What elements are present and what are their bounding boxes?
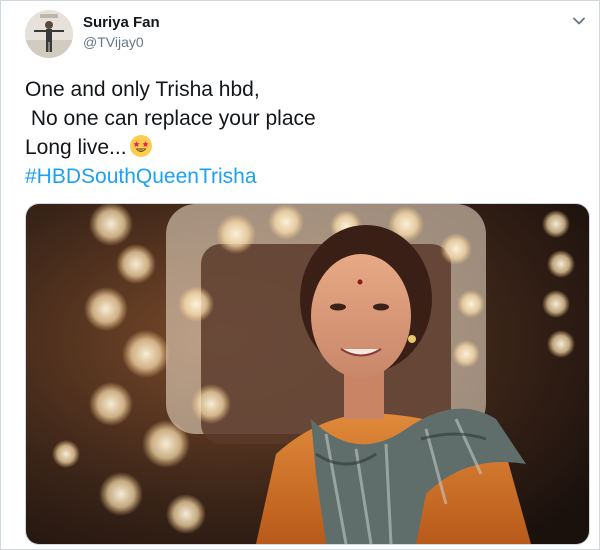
- tweet-card[interactable]: Suriya Fan @TVijay0 One and only Trisha …: [0, 0, 600, 550]
- avatar[interactable]: [25, 10, 73, 58]
- hashtag-link[interactable]: #HBDSouthQueenTrisha: [25, 162, 575, 191]
- star-struck-emoji-icon: [129, 134, 153, 158]
- tweet-line-text: Long live...: [25, 136, 127, 159]
- display-name[interactable]: Suriya Fan: [83, 14, 160, 31]
- tweet-line: One and only Trisha hbd,: [25, 78, 260, 101]
- user-handle[interactable]: @TVijay0: [83, 34, 144, 50]
- chevron-down-icon[interactable]: [571, 13, 587, 29]
- tweet-photo[interactable]: [25, 203, 590, 545]
- tweet-text: One and only Trisha hbd, No one can repl…: [25, 75, 575, 191]
- tweet-line-with-emoji: Long live...: [25, 133, 575, 162]
- tweet-line: No one can replace your place: [25, 107, 316, 130]
